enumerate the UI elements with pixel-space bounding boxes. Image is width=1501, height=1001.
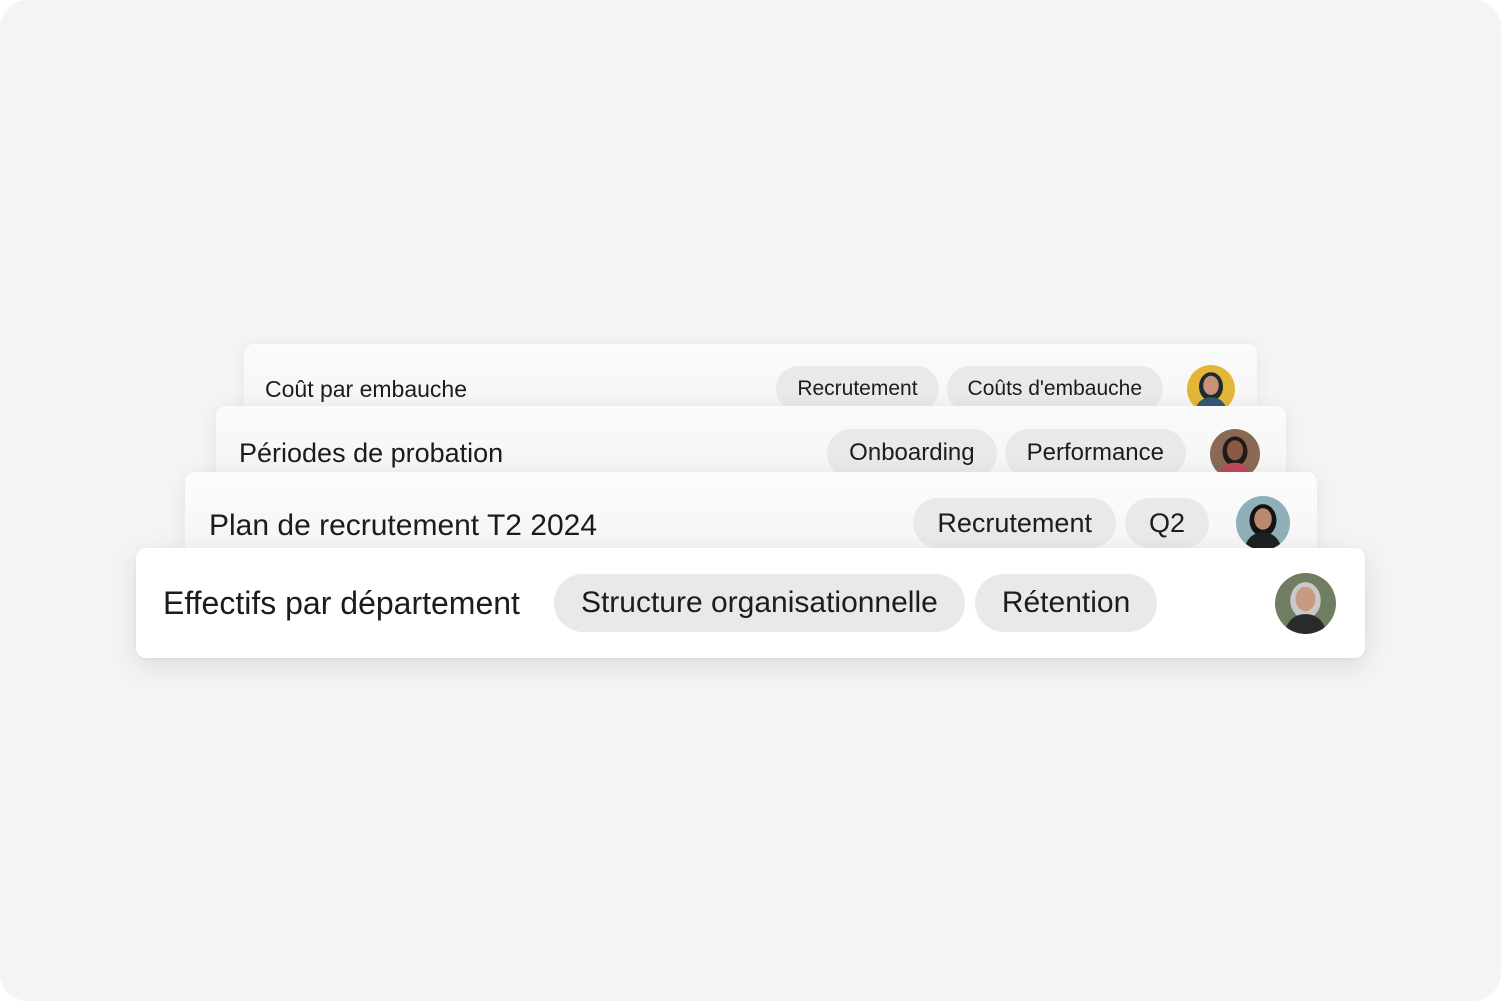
avatar[interactable]: [1236, 496, 1290, 550]
tag-chip[interactable]: Onboarding: [827, 429, 997, 477]
card-title: Périodes de probation: [239, 438, 504, 468]
card-title: Coût par embauche: [265, 376, 468, 402]
person-portrait-icon: [1236, 496, 1290, 550]
tag-chip[interactable]: Performance: [1004, 429, 1186, 477]
list-card-active[interactable]: Effectifs par département Structure orga…: [136, 548, 1365, 658]
tag-chip[interactable]: Q2: [1124, 498, 1209, 548]
tag-group: Onboarding Performance: [827, 429, 1194, 477]
tag-group: Structure organisationnelle Rétention: [553, 574, 1158, 632]
person-portrait-icon: [1275, 572, 1336, 634]
avatar[interactable]: [1275, 572, 1336, 634]
card-title: Effectifs par département: [163, 585, 520, 621]
background-frame: Coût par embauche Recrutement Coûts d'em…: [0, 0, 1501, 1001]
tag-chip[interactable]: Rétention: [974, 574, 1158, 632]
tag-chip[interactable]: Recrutement: [913, 498, 1116, 548]
tag-chip[interactable]: Structure organisationnelle: [553, 574, 965, 632]
tag-group: Recrutement Q2: [913, 498, 1218, 548]
card-title: Plan de recrutement T2 2024: [209, 509, 598, 542]
